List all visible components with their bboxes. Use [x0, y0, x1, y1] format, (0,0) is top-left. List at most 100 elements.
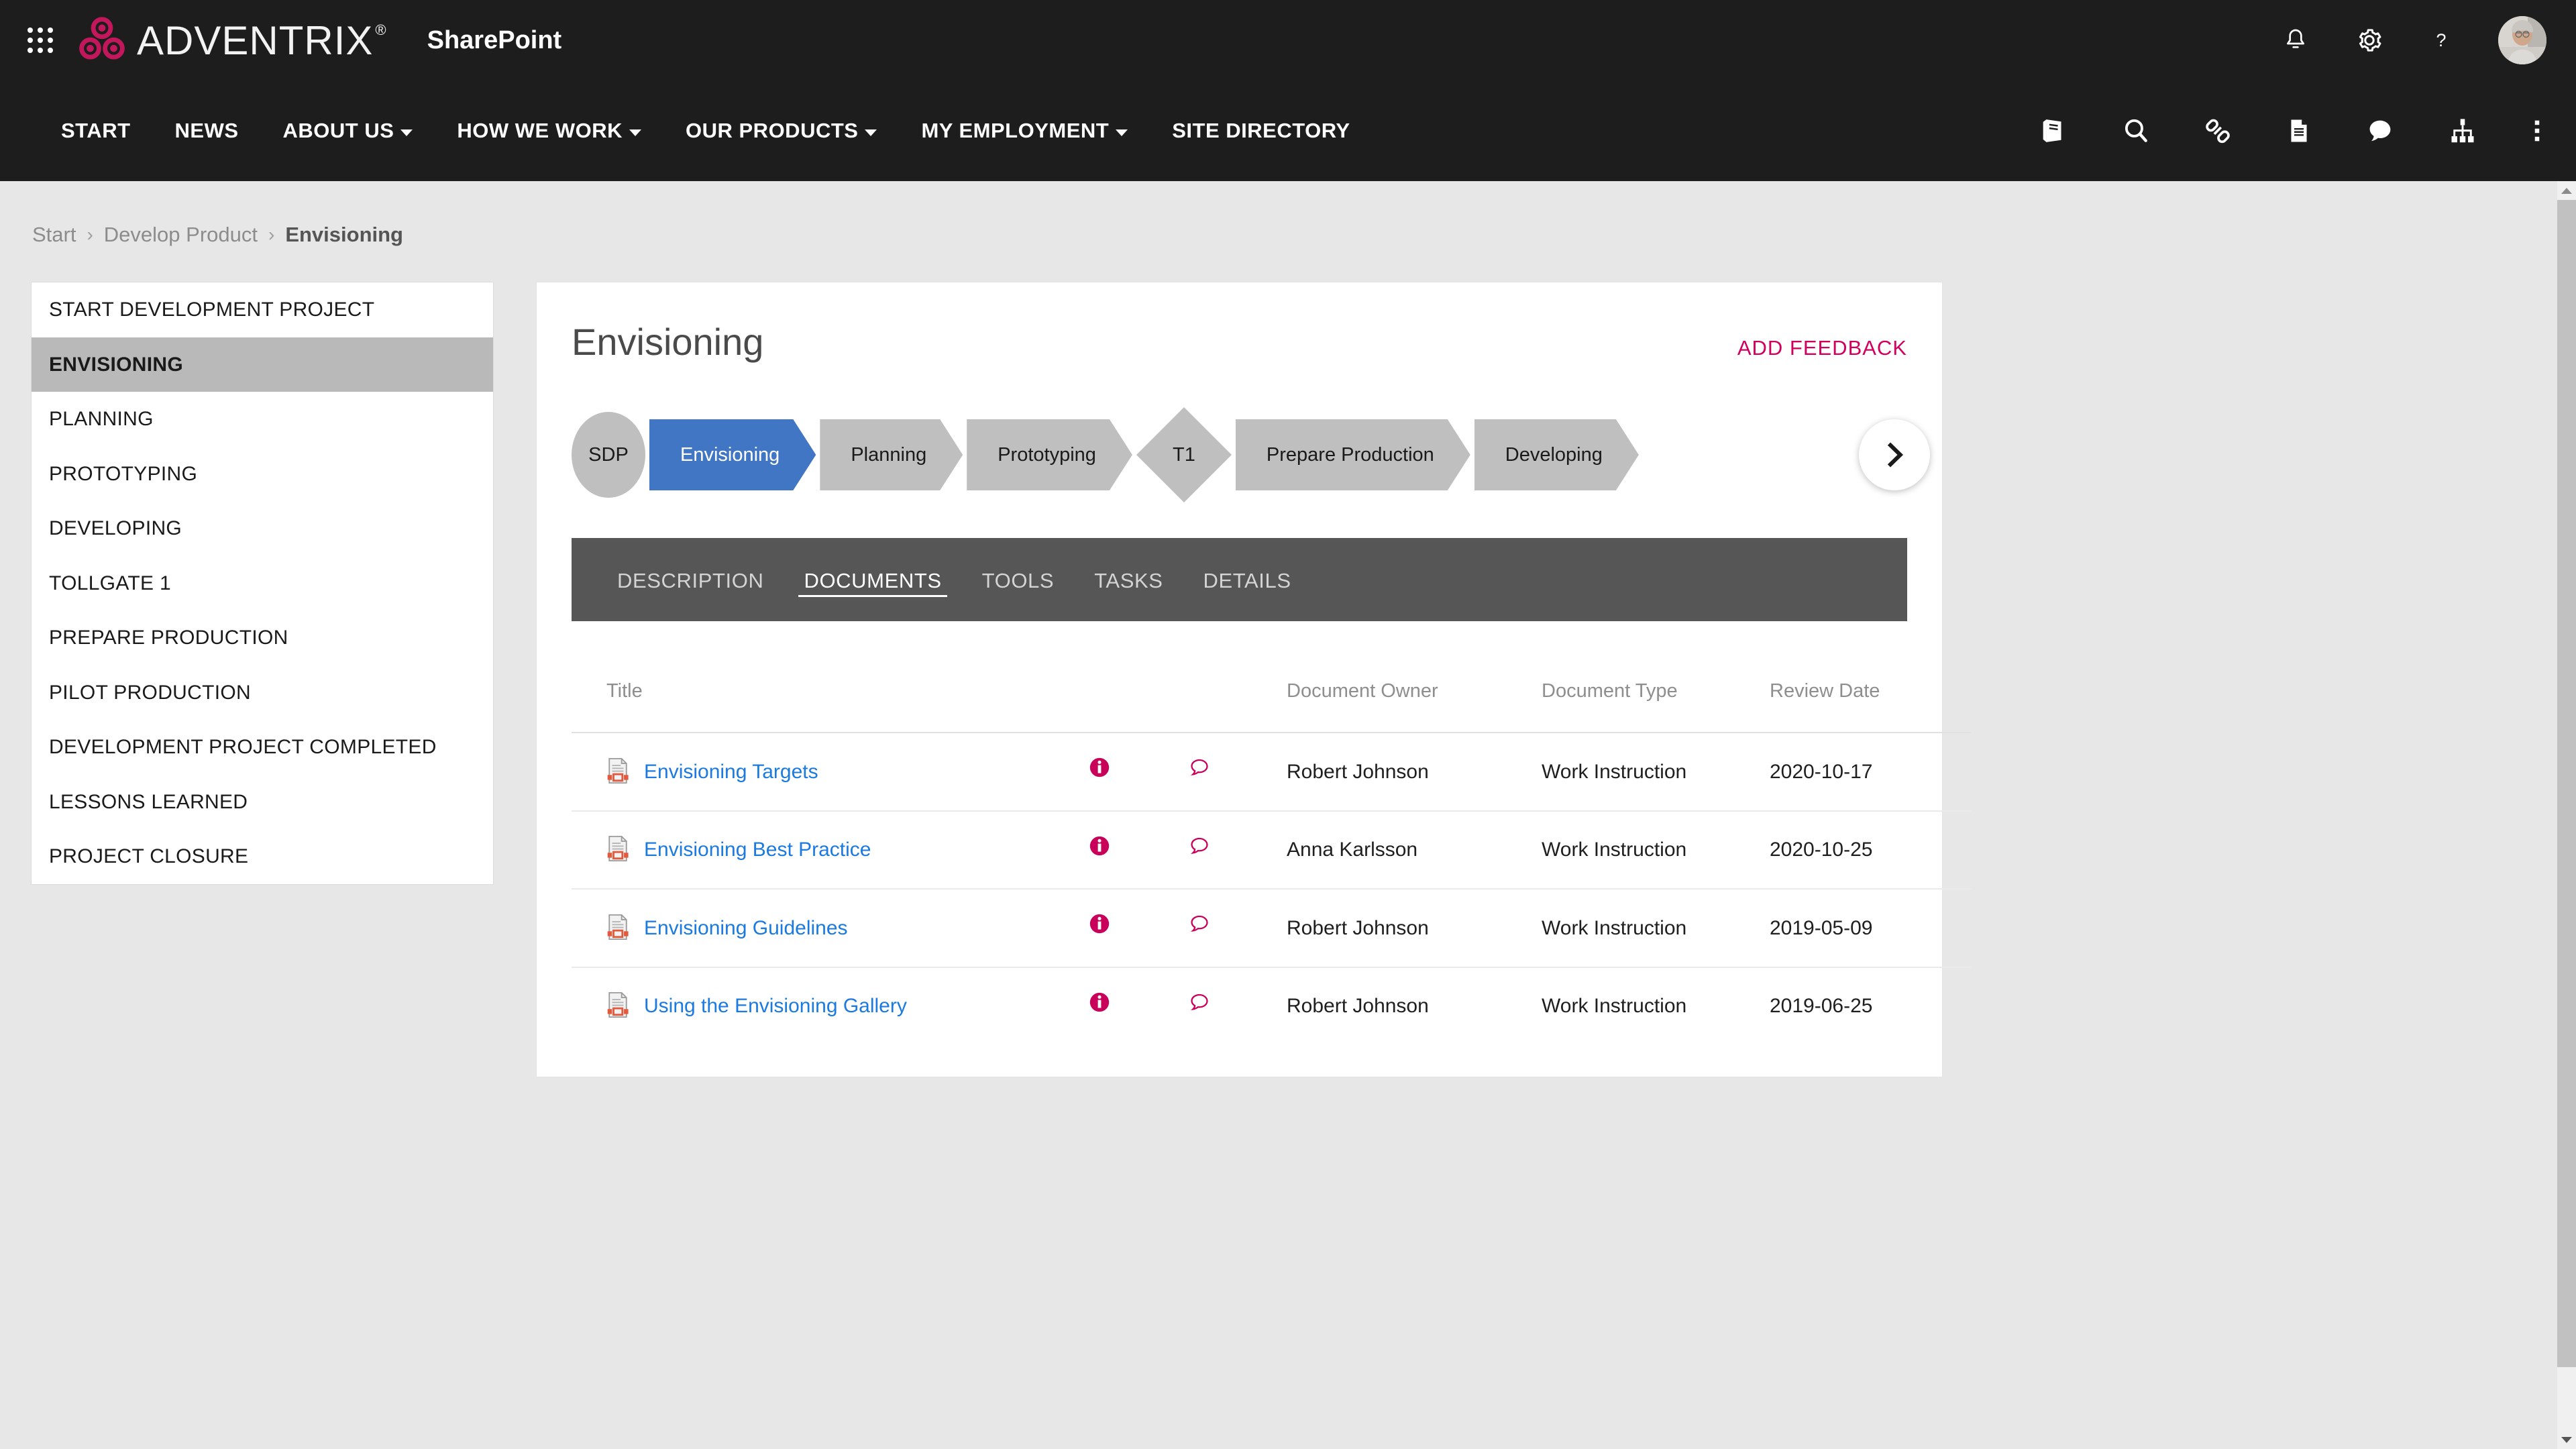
cell-comments	[1187, 733, 1287, 812]
flow-step-prepare-production[interactable]: Prepare Production	[1236, 419, 1470, 490]
vertical-scrollbar[interactable]	[2557, 181, 2576, 1449]
nav-item-label: NEWS	[174, 119, 239, 142]
sidebar-item-envisioning[interactable]: ENVISIONING	[32, 337, 493, 392]
nav-item-news[interactable]: NEWS	[153, 112, 261, 150]
flow-step-t1[interactable]: T1	[1136, 407, 1232, 502]
avatar[interactable]	[2498, 16, 2546, 64]
sidebar-item-tollgate-1[interactable]: TOLLGATE 1	[32, 556, 493, 611]
nav-item-about-us[interactable]: ABOUT US	[261, 112, 435, 150]
sitemap-icon[interactable]	[2447, 116, 2478, 146]
sidebar-item-label: DEVELOPMENT PROJECT COMPLETED	[49, 736, 437, 758]
tab-tasks[interactable]: TASKS	[1074, 546, 1183, 613]
sidebar-item-start-development-project[interactable]: START DEVELOPMENT PROJECT	[32, 282, 493, 337]
add-feedback-button[interactable]: ADD FEEDBACK	[1737, 336, 1907, 360]
cell-title: Envisioning Guidelines	[572, 889, 1088, 968]
sidebar-item-planning[interactable]: PLANNING	[32, 392, 493, 447]
column-header-comments	[1187, 621, 1287, 733]
nav-item-label: SITE DIRECTORY	[1172, 119, 1350, 142]
tab-description[interactable]: DESCRIPTION	[597, 546, 784, 613]
search-icon[interactable]	[2121, 116, 2151, 146]
scroll-down-button[interactable]	[2557, 1430, 2576, 1449]
document-title-link[interactable]: Envisioning Targets	[644, 757, 818, 787]
document-icon[interactable]	[2285, 115, 2313, 146]
info-circle-icon[interactable]	[1088, 835, 1111, 857]
sidebar-item-prepare-production[interactable]: PREPARE PRODUCTION	[32, 610, 493, 665]
link-icon[interactable]	[2203, 116, 2233, 146]
sidebar-item-pilot-production[interactable]: PILOT PRODUCTION	[32, 665, 493, 720]
sidebar-item-prototyping[interactable]: PROTOTYPING	[32, 447, 493, 502]
book-icon[interactable]	[2038, 115, 2069, 146]
sidebar-item-label: ENVISIONING	[49, 353, 183, 376]
page-body: Start › Develop Product › Envisioning ST…	[0, 181, 2557, 1449]
cell-document-owner: Robert Johnson	[1287, 733, 1542, 812]
notifications-bell-icon[interactable]	[2282, 25, 2309, 55]
tab-documents[interactable]: DOCUMENTS	[784, 546, 961, 613]
sidebar-item-project-closure[interactable]: PROJECT CLOSURE	[32, 829, 493, 884]
nav-item-label: MY EMPLOYMENT	[921, 119, 1110, 142]
cell-document-type: Work Instruction	[1542, 889, 1770, 968]
breadcrumb-item-develop-product[interactable]: Develop Product	[104, 223, 258, 247]
comment-bubble-icon[interactable]	[1187, 756, 1212, 779]
nav-item-label: OUR PRODUCTS	[686, 119, 859, 142]
comment-bubble-icon[interactable]	[1187, 912, 1212, 935]
document-title-link[interactable]: Envisioning Guidelines	[644, 914, 848, 943]
tab-label: DESCRIPTION	[617, 569, 764, 592]
flow-step-planning[interactable]: Planning	[820, 419, 963, 490]
cell-review-date: 2020-10-25	[1770, 810, 1971, 890]
breadcrumb-item-start[interactable]: Start	[32, 223, 76, 247]
flow-step-prototyping[interactable]: Prototyping	[967, 419, 1132, 490]
sidebar-item-development-project-completed[interactable]: DEVELOPMENT PROJECT COMPLETED	[32, 720, 493, 775]
nav-tool-icons	[2038, 115, 2544, 146]
nav-item-our-products[interactable]: OUR PRODUCTS	[663, 112, 899, 150]
brand-logo-wordmark: ADVENTRIX	[137, 17, 374, 63]
sidebar-item-developing[interactable]: DEVELOPING	[32, 501, 493, 556]
scroll-up-button[interactable]	[2557, 181, 2576, 200]
content-area: START DEVELOPMENT PROJECT ENVISIONING PL…	[0, 282, 2557, 1077]
comment-bubble-icon[interactable]	[1187, 835, 1212, 857]
table-header-row: Title Document Owner Document Type Revie…	[572, 621, 1971, 733]
nav-item-my-employment[interactable]: MY EMPLOYMENT	[899, 112, 1150, 150]
flow-next-button[interactable]	[1859, 419, 1930, 490]
title-cell: Using the Envisioning Gallery	[606, 991, 1088, 1021]
info-circle-icon[interactable]	[1088, 756, 1111, 779]
cell-document-owner: Anna Karlsson	[1287, 810, 1542, 890]
cell-info	[1088, 889, 1187, 968]
tab-details[interactable]: DETAILS	[1183, 546, 1311, 613]
cell-document-owner: Robert Johnson	[1287, 889, 1542, 968]
nav-item-label: ABOUT US	[282, 119, 394, 142]
flow-step-label: Prototyping	[998, 443, 1096, 466]
brand-bar-actions: ?	[2282, 16, 2546, 64]
cell-title: Envisioning Targets	[572, 733, 1088, 812]
chat-bubble-icon[interactable]	[2365, 116, 2395, 146]
app-launcher-icon[interactable]	[23, 23, 58, 58]
column-header-title: Title	[572, 621, 1088, 733]
tab-tools[interactable]: TOOLS	[962, 546, 1075, 613]
scroll-down-arrow-icon	[2561, 1436, 2572, 1443]
more-vertical-icon[interactable]	[2530, 115, 2544, 146]
nav-item-site-directory[interactable]: SITE DIRECTORY	[1150, 112, 1372, 150]
flow-step-developing[interactable]: Developing	[1474, 419, 1639, 490]
scrollbar-thumb[interactable]	[2557, 200, 2576, 1367]
comment-bubble-icon[interactable]	[1187, 991, 1212, 1014]
settings-gear-icon[interactable]	[2355, 25, 2384, 55]
tab-label: DOCUMENTS	[804, 569, 942, 592]
breadcrumb-separator: ›	[87, 224, 93, 245]
sidebar-item-lessons-learned[interactable]: LESSONS LEARNED	[32, 775, 493, 830]
sidebar-item-label: PROTOTYPING	[49, 462, 198, 485]
cell-document-type: Work Instruction	[1542, 810, 1770, 890]
document-title-link[interactable]: Envisioning Best Practice	[644, 835, 871, 865]
info-circle-icon[interactable]	[1088, 912, 1111, 935]
help-question-icon[interactable]: ?	[2430, 25, 2453, 56]
nav-item-how-we-work[interactable]: HOW WE WORK	[435, 112, 663, 150]
breadcrumb: Start › Develop Product › Envisioning	[32, 223, 2557, 247]
flow-step-envisioning[interactable]: Envisioning	[649, 419, 816, 490]
info-circle-icon[interactable]	[1088, 991, 1111, 1014]
flow-step-sdp[interactable]: SDP	[572, 412, 645, 498]
table-row: Envisioning Guidelines Robert Johnson Wo…	[572, 889, 1971, 968]
nav-item-start[interactable]: START	[39, 112, 153, 150]
column-header-info	[1088, 621, 1187, 733]
document-title-link[interactable]: Using the Envisioning Gallery	[644, 991, 907, 1021]
avatar-photo	[2498, 16, 2546, 64]
product-name: SharePoint	[427, 25, 562, 54]
brand-logo[interactable]: ADVENTRIX ®	[76, 15, 387, 66]
